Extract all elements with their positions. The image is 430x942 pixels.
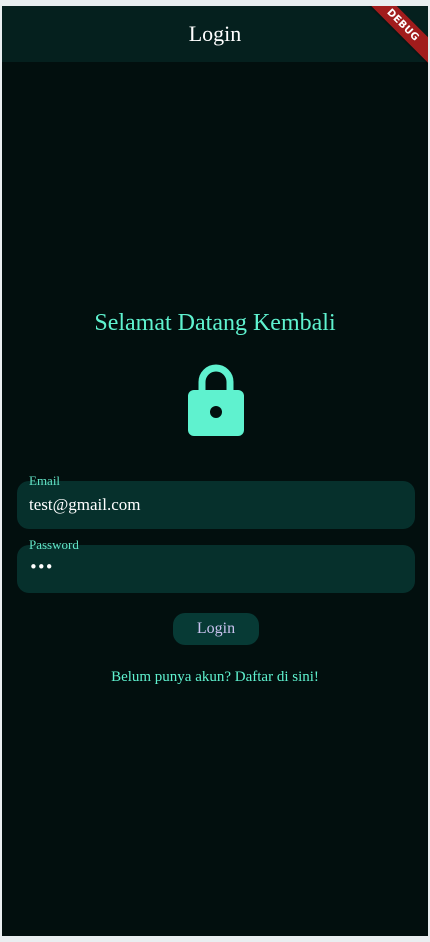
page-title: Login (188, 21, 242, 46)
email-label: Email (29, 473, 61, 488)
email-field[interactable]: Email test@gmail.com (17, 473, 415, 529)
welcome-heading: Selamat Datang Kembali (94, 310, 336, 336)
login-button-label: Login (196, 620, 236, 637)
password-field[interactable]: Password ••• (17, 537, 415, 593)
login-button[interactable]: Login (173, 613, 259, 645)
register-link[interactable]: Belum punya akun? Daftar di sini! (2, 669, 428, 686)
password-input[interactable]: ••• (29, 558, 54, 576)
login-screen: Login DEBUG Selamat Datang Kembali Email… (2, 6, 428, 936)
lock-icon (188, 364, 244, 436)
app-bar: Login (2, 6, 428, 62)
password-label: Password (29, 537, 79, 552)
email-input[interactable]: test@gmail.com (29, 495, 141, 515)
